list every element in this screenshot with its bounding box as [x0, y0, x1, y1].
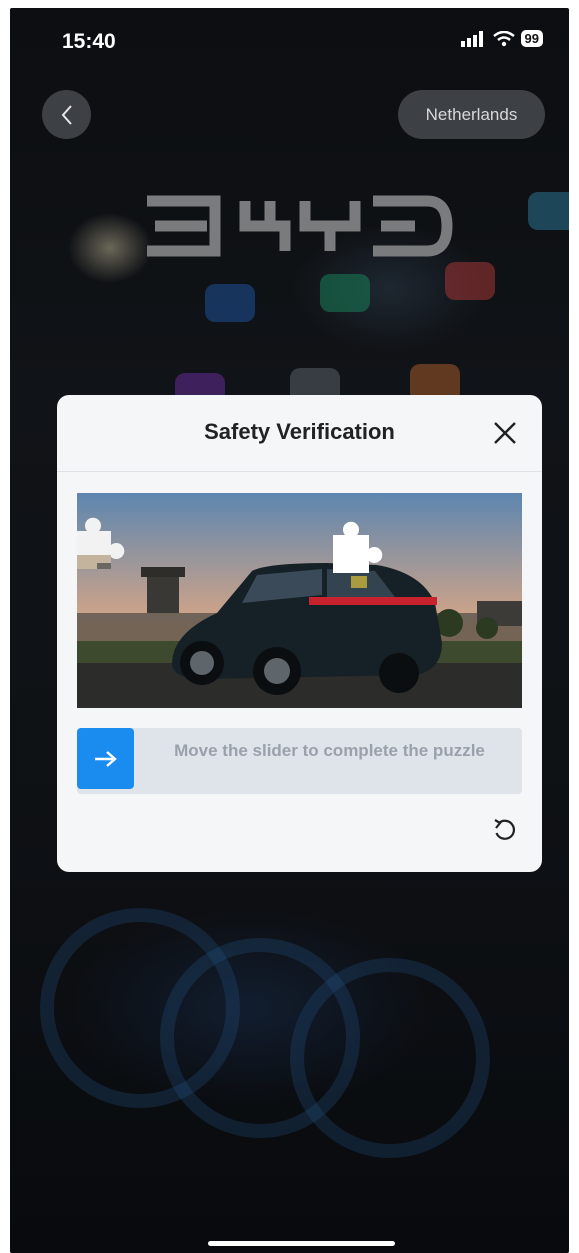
status-time: 15:40 — [62, 30, 116, 53]
dialog-divider — [57, 471, 542, 472]
close-icon — [494, 422, 516, 444]
safety-verification-dialog: Safety Verification Move the slider to c… — [57, 395, 542, 872]
slider-handle[interactable] — [77, 728, 134, 789]
battery-indicator: 99 — [520, 30, 543, 47]
dialog-title: Safety Verification — [204, 419, 395, 444]
close-button[interactable] — [491, 419, 519, 447]
wifi-icon — [492, 30, 515, 46]
refresh-button[interactable] — [492, 818, 518, 844]
home-indicator — [208, 1241, 395, 1246]
slider-track[interactable]: Move the slider to complete the puzzle — [77, 728, 522, 794]
arrow-right-icon — [94, 750, 117, 767]
status-icons: 99 — [460, 30, 543, 47]
refresh-icon — [494, 819, 515, 840]
region-selector-button[interactable]: Netherlands — [398, 90, 545, 139]
app-screen: 15:40 99 Netherlands Safety Verification — [10, 8, 569, 1253]
signal-icon — [460, 30, 483, 47]
chevron-left-icon — [61, 104, 72, 125]
puzzle-image — [77, 493, 522, 708]
back-button[interactable] — [42, 90, 91, 139]
slider-hint: Move the slider to complete the puzzle — [174, 741, 485, 760]
